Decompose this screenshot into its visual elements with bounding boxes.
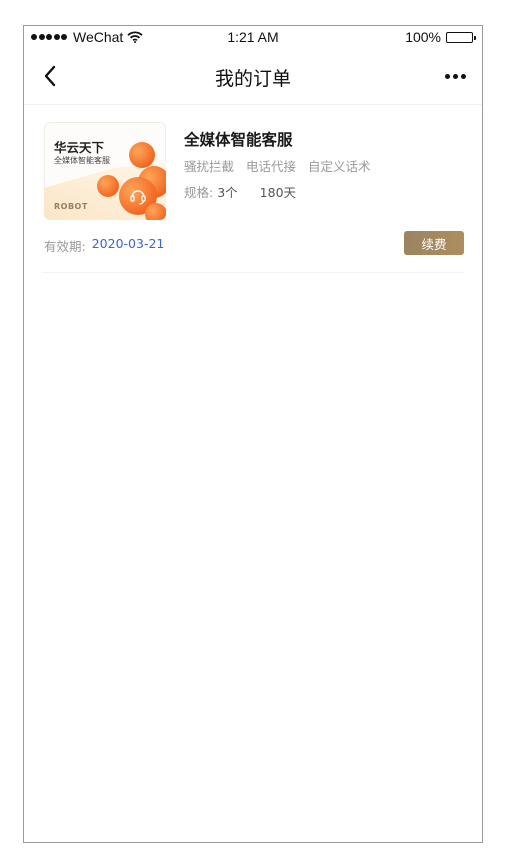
more-button[interactable] xyxy=(442,64,468,88)
thumbnail-robot: ROBOT xyxy=(54,202,88,211)
validity-row: 有效期: 2020-03-21 xyxy=(44,236,164,255)
page-title: 我的订单 xyxy=(214,68,291,90)
more-dot-icon xyxy=(444,73,450,79)
thumbnail-brand: 华云天下 xyxy=(54,140,105,155)
feature-tag: 电话代接 xyxy=(246,159,297,174)
thumbnail-subtitle: 全媒体智能客服 xyxy=(54,156,110,165)
renew-button[interactable]: 续费 xyxy=(404,231,464,255)
spec-row: 规格: 3个 180天 xyxy=(184,182,371,201)
phone-frame: WeChat 1:21 AM 100% 我的订单 华云天下 全媒体智能客服 RO… xyxy=(23,25,483,843)
spec-label: 规格: xyxy=(184,185,214,200)
feature-tag: 自定义话术 xyxy=(308,159,371,174)
more-dot-icon xyxy=(452,73,458,79)
battery-icon xyxy=(446,31,476,43)
feature-tag: 骚扰拦截 xyxy=(184,159,235,174)
product-thumbnail: 华云天下 全媒体智能客服 ROBOT xyxy=(44,122,166,220)
spec-days: 180天 xyxy=(259,185,297,200)
status-right: 100% xyxy=(405,29,476,45)
nav-bar: 我的订单 xyxy=(24,48,482,105)
headset-icon xyxy=(130,190,146,205)
feature-tags: 骚扰拦截 电话代接 自定义话术 xyxy=(184,156,371,175)
spec-count: 3个 xyxy=(217,185,238,200)
product-name: 全媒体智能客服 xyxy=(184,131,293,149)
product-info: 全媒体智能客服 骚扰拦截 电话代接 自定义话术 规格: 3个 180天 xyxy=(184,128,371,201)
validity-date: 2020-03-21 xyxy=(91,236,165,251)
more-dot-icon xyxy=(460,73,466,79)
order-card[interactable]: 华云天下 全媒体智能客服 ROBOT 全媒体智能客服 骚扰拦截 电话代接 自定义… xyxy=(42,122,464,273)
validity-label: 有效期: xyxy=(44,239,86,254)
status-bar: WeChat 1:21 AM 100% xyxy=(24,26,482,48)
battery-percent: 100% xyxy=(405,29,441,45)
